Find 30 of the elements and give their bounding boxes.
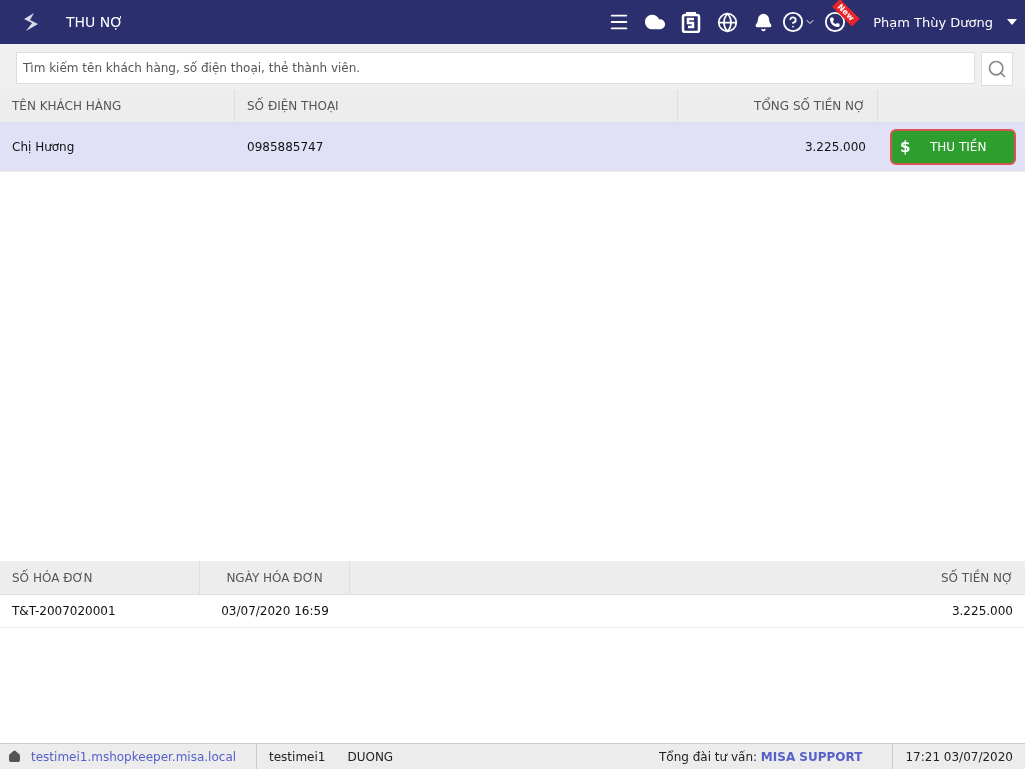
table-cell-text: T&T-2007020001: [11, 603, 117, 620]
display-name-text: DUONG: [347, 749, 394, 764]
column-header: TÊN KHÁCH HÀNG: [0, 89, 235, 122]
home-icon: [8, 750, 21, 763]
user-menu[interactable]: Phạm Thùy Dương: [873, 14, 1017, 30]
support-link[interactable]: MISA SUPPORT: [760, 749, 863, 764]
hotline-label: Tổng đài tư vấn:: [658, 749, 758, 764]
table-cell-text: 3.225.000: [950, 603, 1014, 620]
column-header: SỐ ĐIỆN THOẠI: [235, 89, 678, 122]
table-cell-text: 0985885747: [246, 139, 325, 156]
datetime-text: 17:21 03/07/2020: [905, 749, 1013, 764]
bell-icon[interactable]: [753, 12, 773, 32]
table-cell-text: Chị Hương: [11, 139, 76, 156]
search-icon: [987, 59, 1007, 79]
username-text: testimei1: [269, 749, 326, 764]
help-icon[interactable]: [782, 11, 805, 33]
caret-icon[interactable]: [1007, 19, 1017, 25]
column-header: SỐ TIỀN NỢ: [939, 568, 1014, 587]
domain-link[interactable]: testimei1.mshopkeeper.misa.local: [31, 749, 237, 764]
customer-row[interactable]: Chị Hương 0985885747 3.225.000 $ THU TIỀN: [0, 123, 1025, 172]
page-title: THU NỢ: [66, 14, 125, 30]
column-header: SỐ HÓA ĐƠN: [0, 561, 200, 594]
search-button[interactable]: [981, 52, 1013, 86]
column-header: NGÀY HÓA ĐƠN: [200, 561, 350, 594]
globe-icon[interactable]: [716, 11, 738, 33]
table-cell-text: 03/07/2020 16:59: [220, 603, 330, 620]
bag-icon[interactable]: [681, 11, 702, 33]
table-cell-text: 3.225.000: [803, 139, 867, 156]
column-header: TỔNG SỐ TIỀN NỢ: [678, 89, 878, 122]
search-field[interactable]: Tìm kiếm tên khách hàng, số điện thoại, thẻ thành viên.: [16, 52, 975, 84]
